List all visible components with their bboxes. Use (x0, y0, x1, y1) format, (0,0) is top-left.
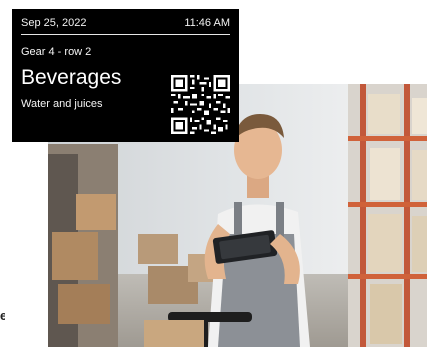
edge-text-fragment: e (0, 309, 5, 323)
header-divider (21, 34, 230, 35)
qr-code-icon (171, 75, 230, 134)
label-date: Sep 25, 2022 (21, 17, 87, 29)
shelf-location: Gear 4 - row 2 (21, 46, 92, 58)
shelf-label-display: Sep 25, 2022 11:46 AM Gear 4 - row 2 Bev… (12, 9, 239, 142)
label-header: Sep 25, 2022 11:46 AM (21, 17, 230, 30)
label-time: 11:46 AM (184, 17, 230, 29)
